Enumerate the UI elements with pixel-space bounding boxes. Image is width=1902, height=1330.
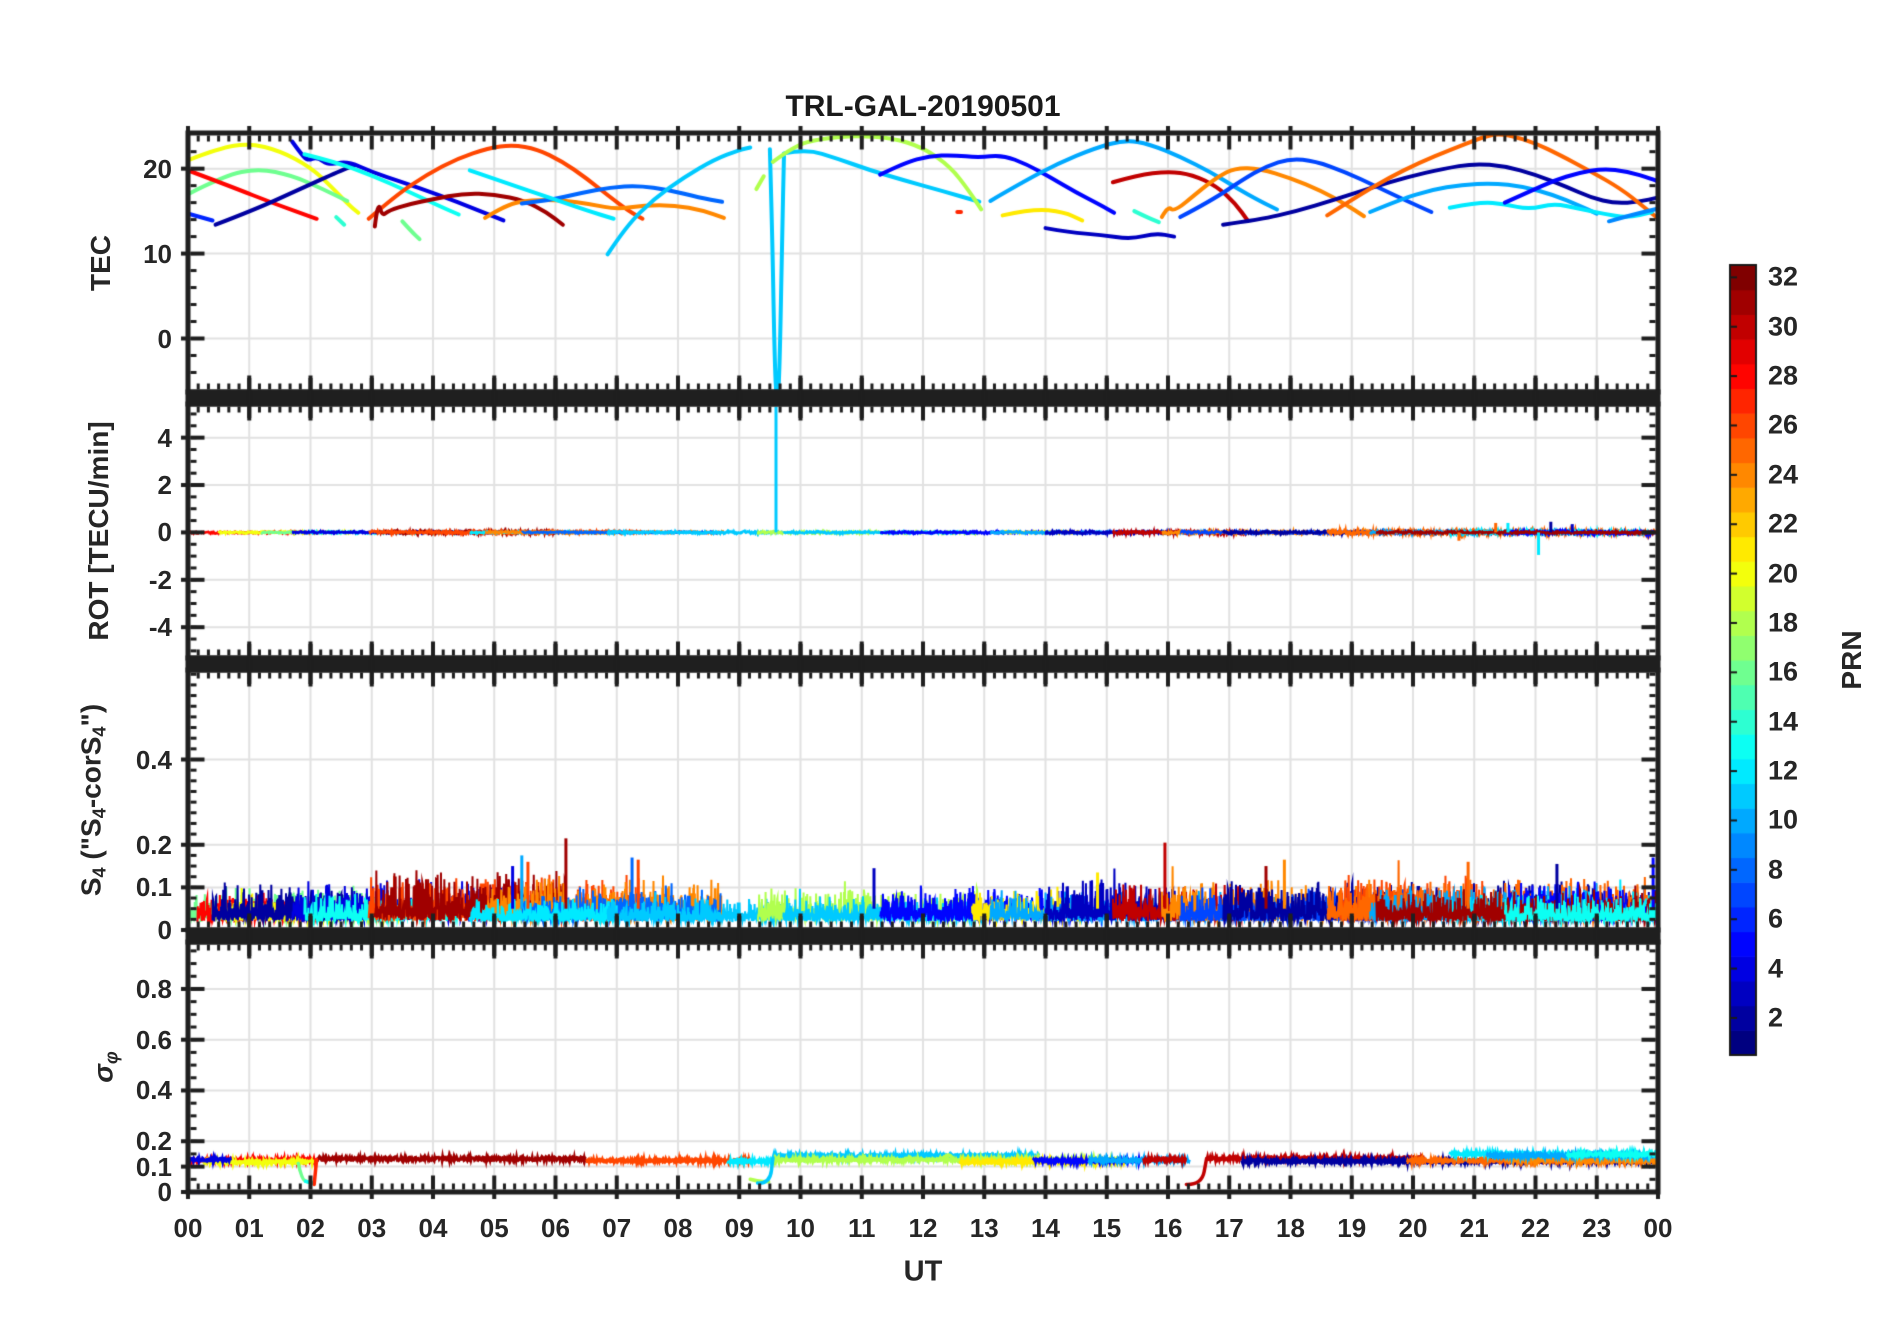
x-tick-label: 06 (541, 1213, 570, 1243)
x-tick-label: 18 (1276, 1213, 1305, 1243)
y-tick-label: 0.2 (135, 829, 172, 860)
colorbar-tick-label: 2 (1768, 1002, 1784, 1033)
y-tick-label: 0.2 (135, 1126, 172, 1157)
x-tick-label: 11 (848, 1213, 876, 1243)
y-tick-label: 0 (157, 915, 172, 945)
x-tick-label: 05 (479, 1213, 509, 1243)
x-tick-label: 20 (1398, 1213, 1428, 1243)
colorbar-tick-label: 4 (1768, 953, 1784, 984)
colorbar-tick-label: 6 (1768, 903, 1784, 934)
y-tick-label: 0.1 (135, 872, 172, 903)
y-tick-label: 0 (157, 517, 172, 548)
colorbar-tick-label: 16 (1768, 656, 1799, 687)
x-tick-label: 22 (1521, 1213, 1550, 1243)
x-tick-label: 21 (1459, 1213, 1489, 1243)
x-tick-label: 23 (1582, 1213, 1612, 1243)
y-tick-label: 0.4 (135, 744, 172, 775)
colorbar-tick-label: 8 (1768, 854, 1784, 885)
colorbar-tick-label: 18 (1768, 607, 1799, 638)
x-tick-label: 10 (786, 1213, 815, 1243)
y-tick-label: -4 (148, 612, 172, 643)
x-tick-label: 19 (1337, 1213, 1367, 1243)
x-tick-label: 08 (663, 1213, 693, 1243)
plot-canvas (0, 0, 1902, 1330)
y-axis-label-ROT: ROT [TECU/min] (83, 421, 114, 641)
x-tick-label: 04 (418, 1213, 448, 1243)
colorbar-tick-label: 32 (1768, 261, 1799, 292)
chart-title: TRL-GAL-20190501 (785, 90, 1061, 123)
y-tick-label: 0.1 (135, 1151, 172, 1182)
y-tick-label: 0 (157, 323, 172, 354)
colorbar-tick-label: 30 (1768, 311, 1799, 342)
y-tick-label: 4 (157, 422, 172, 453)
colorbar-tick-label: 10 (1768, 804, 1799, 835)
x-tick-label: 07 (602, 1213, 632, 1243)
y-tick-label: 0.6 (135, 1024, 172, 1055)
x-tick-label: 16 (1153, 1213, 1183, 1243)
y-axis-label-S4: S4 ("S4-corS4") (75, 703, 110, 897)
x-tick-label: 12 (908, 1213, 938, 1243)
colorbar-label: PRN (1836, 630, 1867, 690)
colorbar-tick-label: 20 (1768, 558, 1799, 589)
x-tick-label: 01 (234, 1213, 264, 1243)
x-tick-label: 17 (1214, 1213, 1244, 1243)
y-axis-label-TEC: TEC (85, 234, 116, 291)
y-tick-label: 0 (157, 1177, 172, 1207)
y-tick-label: 0.8 (135, 973, 172, 1004)
colorbar-tick-label: 22 (1768, 508, 1799, 539)
colorbar-tick-label: 24 (1768, 459, 1799, 490)
x-tick-label: 00 (173, 1213, 203, 1243)
matlab-figure: TRL-GAL-20190501 UT PRN 00 01 02 03 04 05 06 07… (0, 0, 1902, 1330)
colorbar-tick-label: 28 (1768, 360, 1799, 391)
y-tick-label: 10 (143, 238, 172, 269)
colorbar-tick-label: 12 (1768, 755, 1799, 786)
y-tick-label: 2 (157, 470, 172, 501)
x-tick-label: 03 (357, 1213, 387, 1243)
y-tick-label: 20 (143, 153, 172, 184)
x-tick-label: 14 (1031, 1213, 1060, 1243)
x-axis-label: UT (903, 1255, 943, 1288)
y-tick-label: 0.4 (135, 1075, 172, 1106)
x-tick-label: 02 (296, 1213, 325, 1243)
x-tick-label: 09 (724, 1213, 754, 1243)
x-tick-label: 00 (1643, 1213, 1673, 1243)
y-axis-label-sigma_phi: σφ (87, 1051, 122, 1083)
x-tick-label: 15 (1092, 1213, 1122, 1243)
y-tick-label: -2 (148, 564, 172, 595)
colorbar-tick-label: 26 (1768, 409, 1799, 440)
colorbar-tick-label: 14 (1768, 706, 1799, 737)
x-tick-label: 13 (969, 1213, 999, 1243)
